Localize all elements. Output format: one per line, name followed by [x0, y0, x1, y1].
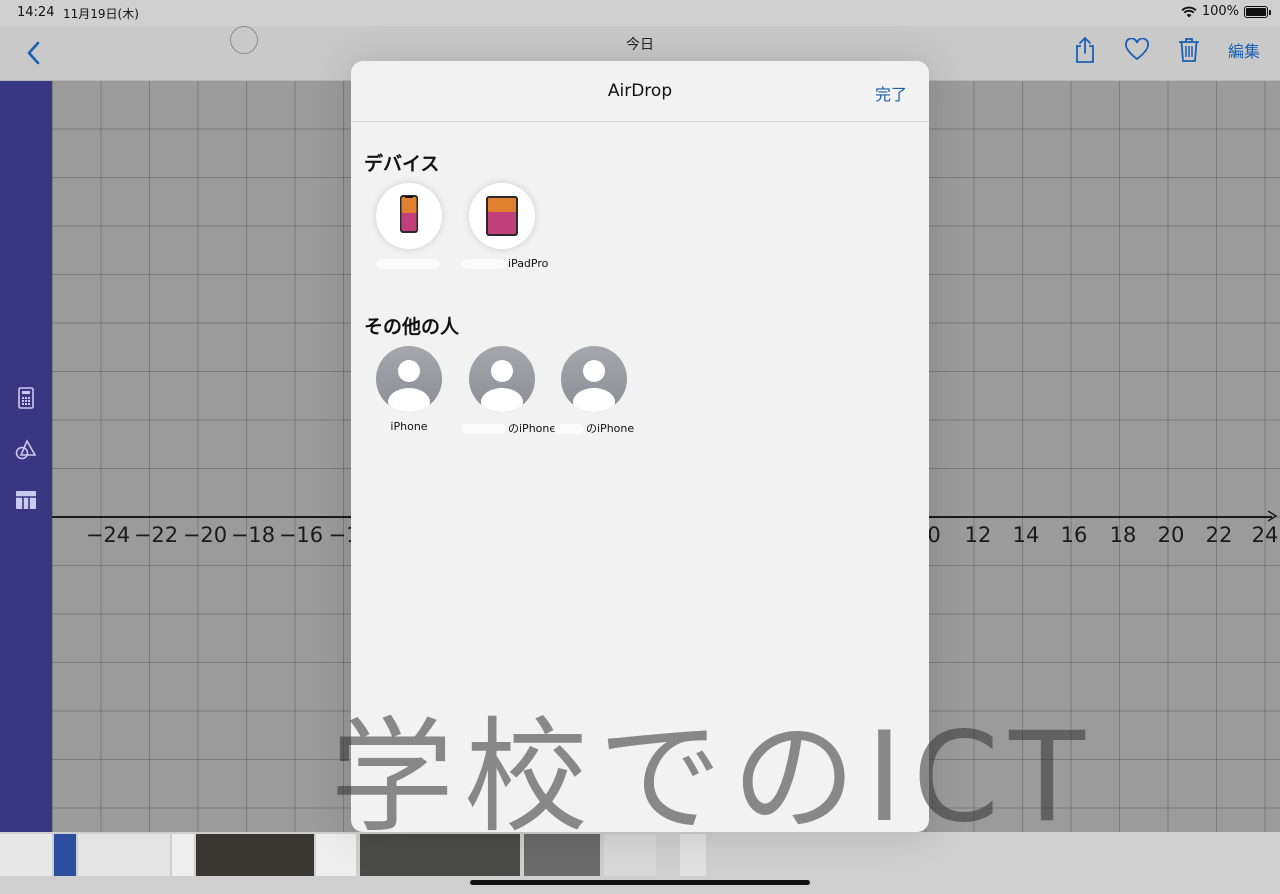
ipad-device-icon: [486, 196, 518, 236]
battery-percent: 100%: [1201, 4, 1239, 19]
person-avatar-icon: [561, 346, 627, 412]
device-target-ipad[interactable]: iPadPro: [462, 183, 548, 270]
status-time: 14:24: [17, 5, 55, 20]
photo-thumbnail[interactable]: [78, 834, 170, 876]
redacted-name: [554, 424, 584, 434]
photo-thumbnail[interactable]: [0, 834, 52, 876]
redacted-name: [462, 424, 506, 434]
done-button[interactable]: 完了: [875, 81, 907, 105]
x-tick-label: 14: [1012, 523, 1040, 547]
trash-icon[interactable]: [1178, 37, 1200, 63]
x-tick-label: −18: [230, 523, 276, 547]
photo-thumbnail[interactable]: [172, 834, 194, 876]
x-tick-label: 16: [1060, 523, 1088, 547]
x-tick-label: 12: [964, 523, 992, 547]
edit-button[interactable]: 編集: [1228, 38, 1260, 62]
person-target[interactable]: iPhone: [369, 346, 449, 433]
person-silhouette-icon: [388, 360, 430, 412]
status-right: 100%: [1181, 4, 1271, 19]
x-tick-label: 20: [1157, 523, 1185, 547]
graph-sidebar: [0, 80, 52, 832]
x-tick-label: 22: [1205, 523, 1233, 547]
x-tick-label: −20: [182, 523, 228, 547]
person-silhouette-icon: [481, 360, 523, 412]
device-avatar: [376, 183, 442, 249]
x-tick-label: 18: [1109, 523, 1137, 547]
photo-thumbnail[interactable]: [54, 834, 76, 876]
person-label: のiPhone: [554, 420, 634, 436]
sheet-title: AirDrop: [607, 81, 673, 101]
status-bar: 14:24 11月19日(木) 100%: [0, 0, 1280, 26]
x-tick-label: −24: [85, 523, 131, 547]
redacted-name: [376, 259, 440, 269]
devices-section-title: デバイス: [364, 153, 440, 175]
calculator-icon[interactable]: [14, 386, 38, 410]
table-icon[interactable]: [14, 488, 38, 512]
person-silhouette-icon: [573, 360, 615, 412]
person-target[interactable]: のiPhone: [462, 346, 556, 436]
iphone-device-icon: [400, 195, 418, 233]
heart-icon[interactable]: [1124, 38, 1150, 62]
status-date: 11月19日(木): [63, 7, 139, 21]
watermark-text: 学校でのICT: [330, 706, 1095, 850]
person-label: のiPhone: [462, 420, 556, 436]
person-label: iPhone: [390, 420, 428, 433]
person-avatar-icon: [469, 346, 535, 412]
person-avatar-icon: [376, 346, 442, 412]
home-indicator[interactable]: [470, 880, 810, 885]
share-icon[interactable]: [1074, 36, 1096, 64]
x-tick-label: 0: [927, 523, 941, 547]
device-avatar: [469, 183, 535, 249]
nav-actions: 編集: [1074, 36, 1260, 64]
person-target[interactable]: のiPhone: [554, 346, 634, 436]
redacted-name: [462, 259, 506, 269]
sheet-header: AirDrop 完了: [351, 61, 929, 122]
battery-icon: [1244, 5, 1271, 18]
x-axis-arrow-icon: [1267, 510, 1278, 522]
x-tick-label: −16: [278, 523, 324, 547]
x-tick-label: 24: [1251, 523, 1279, 547]
device-label: iPadPro: [462, 257, 548, 270]
wifi-icon: [1181, 6, 1197, 17]
geometry-shapes-icon[interactable]: [14, 438, 38, 462]
device-label: [369, 257, 449, 270]
device-target-iphone[interactable]: [369, 183, 449, 270]
other-people-section-title: その他の人: [364, 316, 460, 338]
photo-thumbnail[interactable]: [196, 834, 314, 876]
x-tick-label: −22: [133, 523, 179, 547]
